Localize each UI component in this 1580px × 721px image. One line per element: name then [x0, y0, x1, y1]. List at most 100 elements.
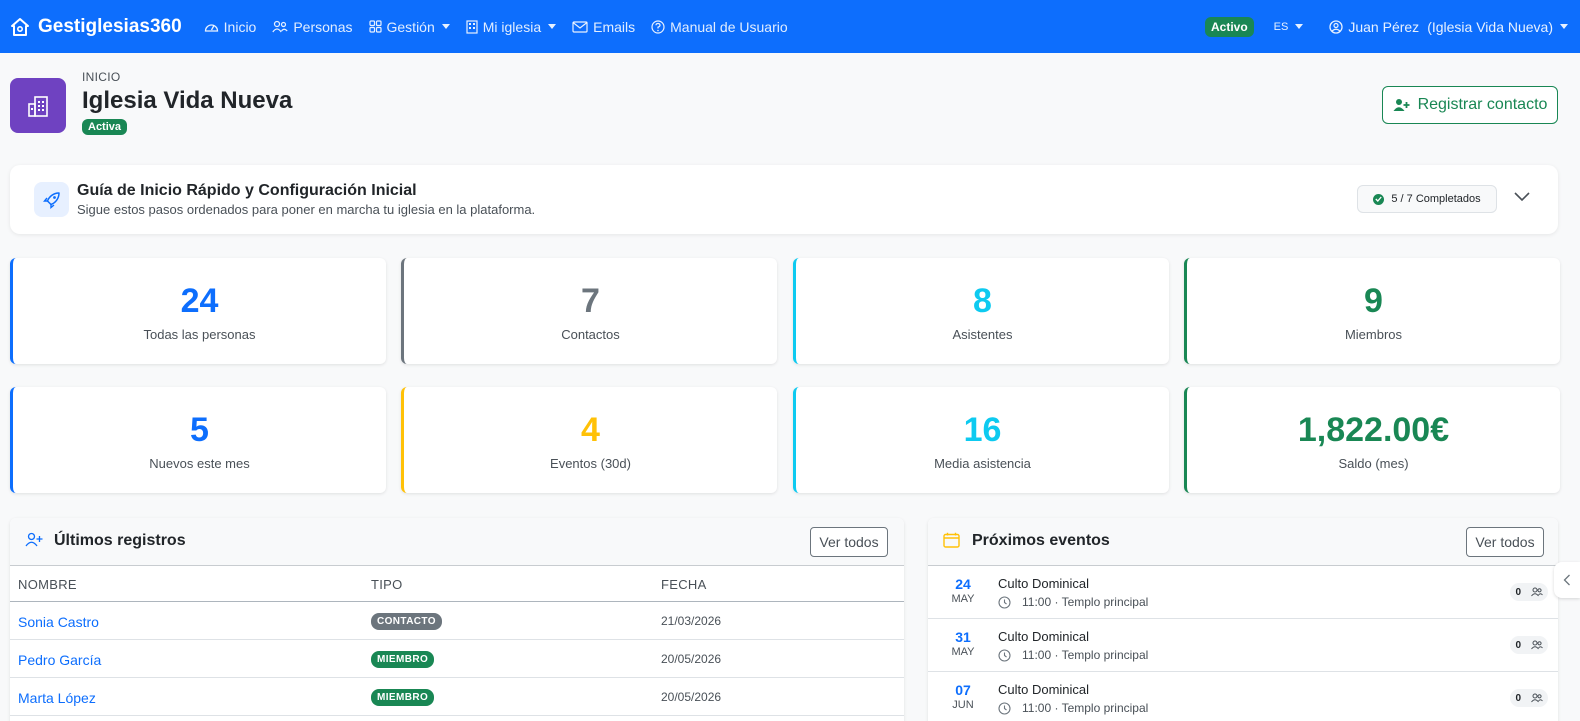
language-label: ES	[1273, 20, 1289, 33]
sidebar-toggle[interactable]	[1554, 562, 1580, 598]
top-navbar: Gestiglesias360 Inicio Personas Gestión Mi …	[0, 0, 1580, 53]
event-meta-text: 11:00 · Templo principal	[1022, 648, 1149, 662]
stat-label: Miembros	[1344, 327, 1403, 342]
stat-value: 24	[180, 282, 219, 320]
calendar-icon	[943, 532, 960, 548]
nav-link-mi-iglesia[interactable]: Mi iglesia	[466, 18, 557, 35]
table-row: Marta López MIEMBRO 20/05/2026	[10, 678, 904, 716]
event-month: JUN	[952, 699, 974, 711]
nav-link-label: Mi iglesia	[482, 18, 542, 35]
people-icon	[1526, 640, 1543, 650]
stat-card: 9 Miembros	[1184, 258, 1560, 364]
view-all-registrations-button[interactable]: Ver todos	[810, 527, 888, 557]
attendance-count: 0	[1515, 639, 1521, 651]
person-plus-icon	[25, 532, 43, 547]
attendance-count: 0	[1515, 692, 1521, 704]
chevron-down-icon	[548, 24, 557, 29]
check-circle-icon	[1373, 193, 1385, 205]
nav-link-label: Emails	[593, 18, 636, 35]
nav-link-inicio[interactable]: Inicio	[204, 18, 257, 35]
nav-link-label: Gestión	[386, 18, 435, 35]
type-badge: MIEMBRO	[371, 689, 435, 706]
nav-link-gestion[interactable]: Gestión	[368, 18, 450, 35]
nav-link-emails[interactable]: Emails	[572, 19, 635, 35]
person-plus-icon	[1393, 99, 1410, 111]
table-body: Sonia Castro CONTACTO 21/03/2026 Pedro Garc…	[10, 602, 904, 716]
stat-label: Nuevos este mes	[149, 456, 250, 471]
stat-card: 4 Eventos (30d)	[401, 387, 777, 493]
language-selector[interactable]: ES	[1274, 21, 1304, 33]
registration-date: 20/05/2026	[661, 690, 722, 704]
event-title: Culto Dominical	[998, 576, 1090, 591]
guide-title: Guía de Inicio Rápido y Configuración In…	[77, 182, 417, 199]
register-contact-label: Registrar contacto	[1417, 96, 1548, 113]
chevron-down-icon	[441, 24, 450, 29]
stat-card: 5 Nuevos este mes	[10, 387, 386, 493]
column-header-name: NOMBRE	[18, 577, 77, 592]
stat-label: Saldo (mes)	[1338, 456, 1409, 471]
panel-title: Últimos registros	[54, 532, 186, 549]
event-item[interactable]: 07 JUN Culto Dominical 11:00 · Templo princ…	[928, 672, 1558, 721]
user-menu[interactable]: Juan Pérez (Iglesia Vida Nueva)	[1329, 19, 1568, 35]
stat-value: 7	[581, 282, 600, 320]
registration-date: 20/05/2026	[661, 652, 722, 666]
nav-link-label: Inicio	[223, 18, 257, 35]
event-day: 24	[955, 576, 971, 592]
people-icon	[1526, 587, 1543, 597]
stat-value: 4	[581, 411, 600, 449]
stat-card: 16 Media asistencia	[793, 387, 1169, 493]
stat-label: Asistentes	[952, 327, 1013, 342]
event-meta-text: 11:00 · Templo principal	[1022, 595, 1149, 609]
breadcrumb: INICIO	[82, 70, 121, 84]
stat-label: Eventos (30d)	[550, 456, 631, 471]
chevron-left-icon	[1563, 574, 1570, 586]
event-day: 07	[955, 682, 971, 698]
brand-link[interactable]: Gestiglesias360	[10, 16, 182, 38]
stat-card: 8 Asistentes	[793, 258, 1169, 364]
column-header-type: TIPO	[371, 577, 403, 592]
register-contact-button[interactable]: Registrar contacto	[1382, 86, 1558, 124]
user-name: Juan Pérez	[1348, 18, 1420, 35]
stat-card: 7 Contactos	[401, 258, 777, 364]
page-title: Iglesia Vida Nueva	[82, 87, 293, 114]
view-all-events-button[interactable]: Ver todos	[1466, 527, 1544, 557]
attendance-count-badge: 0	[1510, 636, 1548, 654]
clock-icon	[998, 701, 1016, 715]
quick-start-guide[interactable]: Guía de Inicio Rápido y Configuración In…	[10, 165, 1558, 234]
events-list: 24 MAY Culto Dominical 11:00 · Templo princ…	[928, 566, 1558, 721]
stat-value: 8	[973, 282, 992, 320]
nav-link-personas[interactable]: Personas	[272, 19, 353, 35]
latest-registrations-panel: Últimos registros Ver todos NOMBRE TIPO …	[10, 518, 904, 721]
stat-value: 9	[1364, 282, 1383, 320]
column-header-date: FECHA	[661, 577, 707, 592]
type-badge: CONTACTO	[371, 613, 442, 630]
chevron-down-icon[interactable]	[1513, 190, 1531, 202]
event-month: MAY	[951, 593, 975, 605]
event-meta: 11:00 · Templo principal	[998, 595, 1148, 609]
table-header: NOMBRE TIPO FECHA	[10, 566, 904, 602]
person-name-link[interactable]: Sonia Castro	[18, 614, 99, 630]
envelope-icon	[572, 20, 593, 33]
person-name-link[interactable]: Pedro García	[18, 652, 101, 668]
stat-card: 1,822.00€ Saldo (mes)	[1184, 387, 1560, 493]
stat-label: Todas las personas	[143, 327, 256, 342]
event-meta-text: 11:00 · Templo principal	[1022, 701, 1149, 715]
registration-date: 21/03/2026	[661, 614, 722, 628]
event-title: Culto Dominical	[998, 682, 1090, 697]
event-month: MAY	[951, 646, 975, 658]
nav-link-manual-de-usuario[interactable]: Manual de Usuario	[651, 19, 788, 35]
panel-header: Últimos registros Ver todos	[10, 518, 904, 566]
gauge-icon	[204, 20, 224, 33]
event-item[interactable]: 24 MAY Culto Dominical 11:00 · Templo princ…	[928, 566, 1558, 619]
type-badge: MIEMBRO	[371, 651, 435, 668]
stat-value: 16	[963, 411, 1002, 449]
stat-value: 1,822.00€	[1297, 411, 1450, 449]
event-item[interactable]: 31 MAY Culto Dominical 11:00 · Templo princ…	[928, 619, 1558, 672]
person-name-link[interactable]: Marta López	[18, 690, 96, 706]
event-day: 31	[955, 629, 971, 645]
attendance-count-badge: 0	[1510, 689, 1548, 707]
stat-label: Media asistencia	[934, 456, 1031, 471]
guide-progress-label: 5 / 7 Completados	[1391, 193, 1481, 205]
church-home-icon	[11, 17, 29, 36]
building-icon	[28, 95, 48, 117]
